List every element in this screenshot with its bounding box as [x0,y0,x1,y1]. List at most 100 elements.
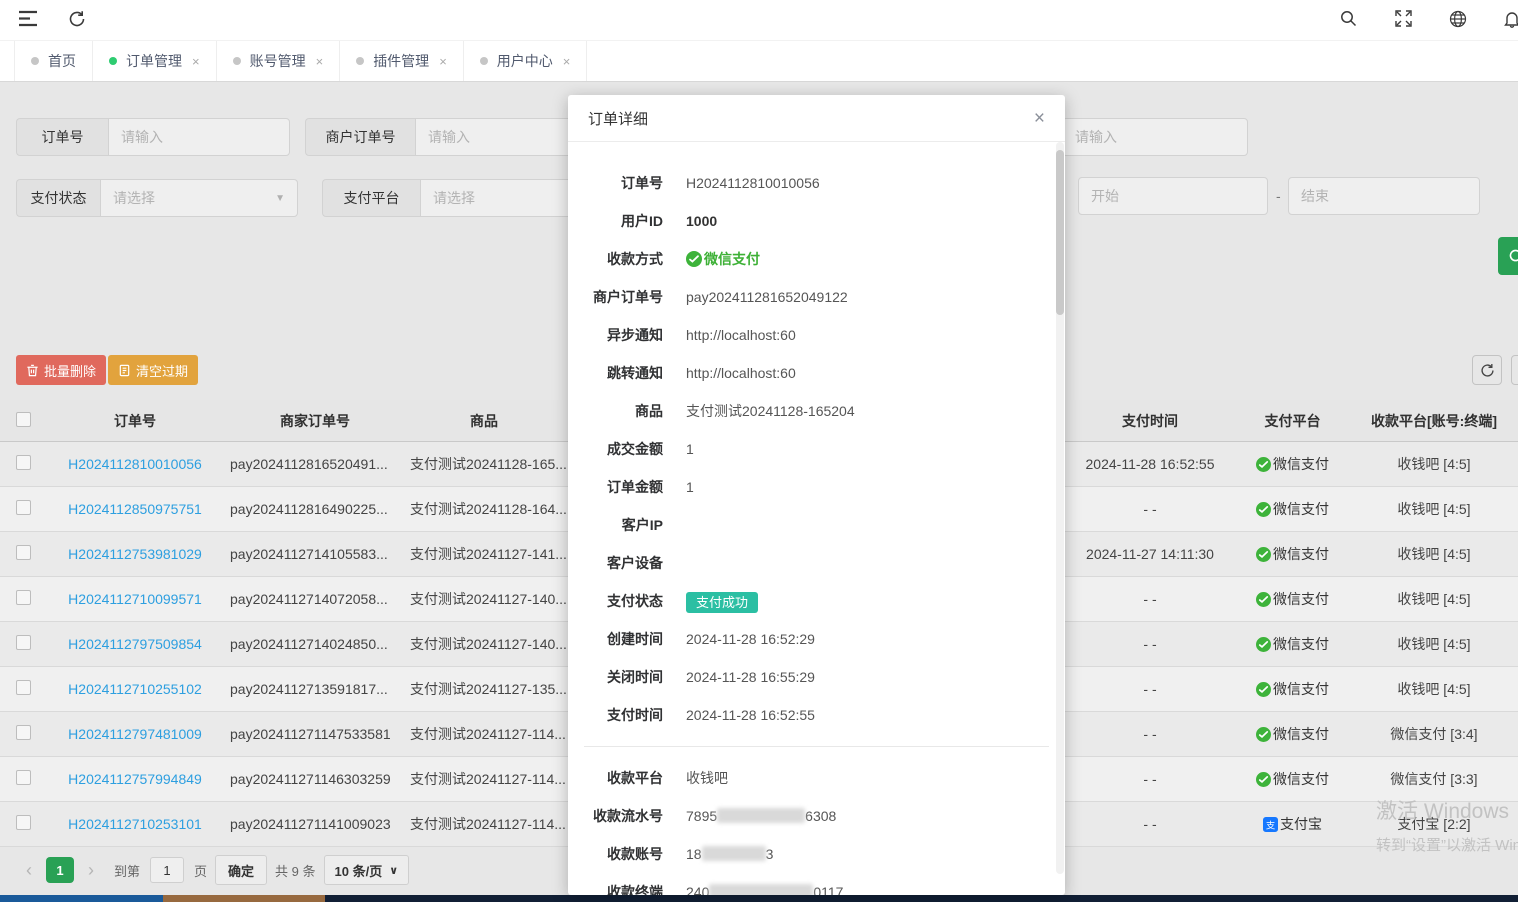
table-settings-button[interactable] [1511,355,1518,385]
field-label: 订单号 [568,173,663,193]
batch-delete-button[interactable]: 批量删除 [16,355,106,385]
notification-bell-icon[interactable] [1504,10,1518,28]
platform-cell: 微信支付 [1273,634,1329,654]
tab-plugin-management[interactable]: 插件管理× [340,41,464,81]
terminal-suffix: 0117 [813,884,843,895]
tab-account-management[interactable]: 账号管理× [217,41,341,81]
total-count-label: 共 9 条 [275,861,315,880]
tab-order-management[interactable]: 订单管理× [93,41,217,81]
clear-expired-button[interactable]: 清空过期 [108,355,198,385]
page-unit-label: 页 [194,861,207,880]
row-checkbox[interactable] [16,545,31,560]
redirect-notify-value: http://localhost:60 [686,365,796,381]
merchant-no-cell: pay2024112816520491... [230,456,400,472]
tab-home[interactable]: 首页 [14,41,93,81]
order-management-page: 首页 订单管理× 账号管理× 插件管理× 用户中心× 订单号 商户订单号 支付状… [0,0,1518,902]
close-icon[interactable]: × [1034,109,1045,128]
search-submit-button[interactable] [1498,237,1518,275]
tab-close-icon[interactable]: × [563,54,571,69]
row-checkbox[interactable] [16,500,31,515]
product-cell: 支付测试20241127-140... [400,634,568,654]
extra-filter-input[interactable] [1062,118,1248,156]
merchant-no-cell: pay202411271147533581 [230,726,400,742]
pay-platform-filter-label: 支付平台 [322,179,420,217]
row-checkbox[interactable] [16,770,31,785]
row-checkbox[interactable] [16,455,31,470]
field-label: 收款账号 [568,844,663,864]
tab-close-icon[interactable]: × [316,54,324,69]
order-no-link[interactable]: H2024112710099571 [68,591,202,607]
sidebar-toggle-icon[interactable] [18,10,38,27]
header-receiver: 收款平台[账号:终端] [1350,411,1518,431]
product-cell: 支付测试20241127-114... [400,724,568,744]
tab-dot [31,57,39,65]
order-no-input[interactable] [108,118,290,156]
language-globe-icon[interactable] [1449,10,1467,28]
pay-time-cell: - - [1065,816,1235,832]
tab-label: 用户中心 [497,51,553,71]
wechat-pay-icon [686,251,702,267]
order-no-link[interactable]: H2024112710253101 [68,816,202,832]
field-label: 客户IP [568,515,663,535]
close-time-value: 2024-11-28 16:55:29 [686,669,815,685]
date-end-input[interactable] [1288,177,1480,215]
goto-confirm-button[interactable]: 确定 [215,855,267,885]
wechat-pay-icon [1256,457,1271,472]
user-id-value: 1000 [686,213,717,229]
current-page-button[interactable]: 1 [46,857,74,883]
field-label: 跳转通知 [568,363,663,383]
row-checkbox[interactable] [16,635,31,650]
order-no-link[interactable]: H2024112797481009 [68,726,202,742]
pay-time-cell: - - [1065,726,1235,742]
redacted-blur [702,846,766,861]
tab-label: 首页 [48,51,76,71]
prev-page-icon[interactable]: ‹ [18,860,40,881]
row-checkbox[interactable] [16,590,31,605]
merchant-no-cell: pay2024112714024850... [230,636,400,652]
order-no-link[interactable]: H2024112753981029 [68,546,202,562]
tab-user-center[interactable]: 用户中心 × [464,41,588,81]
refresh-icon [1480,363,1495,378]
page-size-select[interactable]: 10 条/页 ∨ [324,855,410,885]
fullscreen-icon[interactable] [1395,10,1412,27]
merchant-no-cell: pay2024112816490225... [230,501,400,517]
scrollbar-thumb[interactable] [1056,150,1064,315]
wechat-pay-icon [1256,727,1271,742]
pay-status-select[interactable]: 请选择 ▼ [100,179,298,217]
tab-close-icon[interactable]: × [192,54,200,69]
field-label: 成交金额 [568,439,663,459]
product-cell: 支付测试20241127-135... [400,679,568,699]
order-no-link[interactable]: H2024112810010056 [68,456,202,472]
section-divider [584,746,1049,747]
field-label: 收款平台 [568,768,663,788]
redacted-blur [717,808,805,823]
next-page-icon[interactable]: › [80,860,102,881]
batch-delete-label: 批量删除 [44,361,96,380]
modal-scrollbar[interactable] [1056,142,1064,874]
receiver-cell: 微信支付 [3:4] [1350,724,1518,744]
search-icon[interactable] [1340,10,1357,27]
order-no-link[interactable]: H2024112797509854 [68,636,202,652]
table-refresh-button[interactable] [1472,355,1502,385]
select-all-checkbox[interactable] [16,412,31,427]
tab-close-icon[interactable]: × [439,54,447,69]
pay-platform-placeholder: 请选择 [433,188,475,208]
pay-method-value: 微信支付 [704,249,760,269]
row-checkbox[interactable] [16,725,31,740]
pay-time-cell: - - [1065,591,1235,607]
order-no-link[interactable]: H2024112757994849 [68,771,202,787]
goto-page-input[interactable] [150,857,184,883]
pay-status-badge: 支付成功 [686,592,758,613]
merchant-no-cell: pay2024112714105583... [230,546,400,562]
receiver-cell: 收钱吧 [4:5] [1350,454,1518,474]
order-no-link[interactable]: H2024112710255102 [68,681,202,697]
field-label: 商品 [568,401,663,421]
pay-time-value: 2024-11-28 16:52:55 [686,707,815,723]
row-checkbox[interactable] [16,815,31,830]
order-no-link[interactable]: H2024112850975751 [68,501,202,517]
row-checkbox[interactable] [16,680,31,695]
refresh-page-icon[interactable] [68,10,86,28]
field-label: 支付状态 [568,591,663,611]
date-start-input[interactable] [1078,177,1268,215]
topbar [0,0,1518,40]
